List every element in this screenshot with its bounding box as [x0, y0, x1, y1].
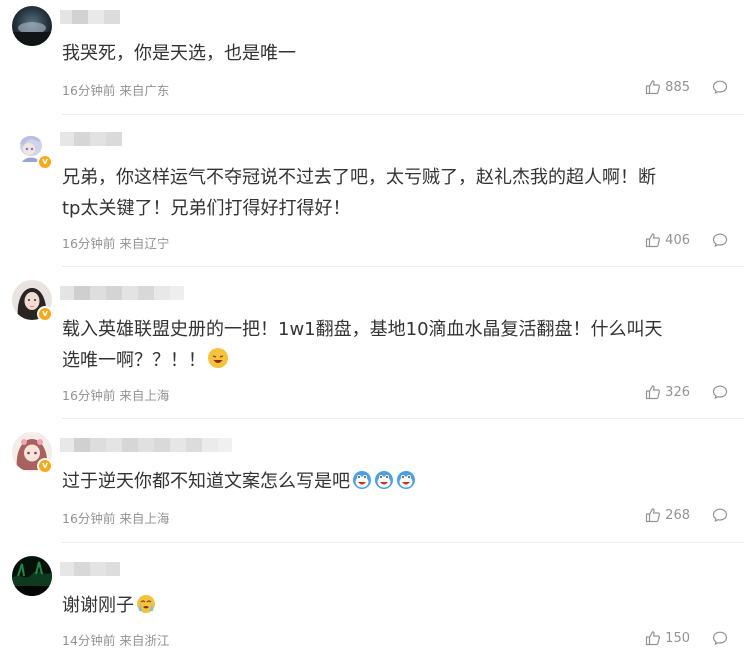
username-blurred[interactable] — [60, 562, 120, 578]
comment-item: v 载入英雄联盟史册的一把！1w1翻盘，基地10滴血水晶复活翻盘！什么叫天 选唯… — [0, 274, 744, 420]
like-count: 150 — [665, 630, 690, 646]
thumbs-up-icon — [646, 508, 661, 523]
comment-text: 过于逆天你都不知道文案怎么写是吧 — [62, 466, 728, 497]
comment-item: v 兄弟，你这样运气不夺冠说不过去了吧，太亏贼了，赵礼杰我的超人啊！断 tp太关… — [0, 122, 744, 268]
comment-time: 16分钟前 — [62, 511, 116, 526]
thumbs-up-icon — [646, 80, 661, 95]
doge-laugh-emoji-icon — [352, 469, 372, 489]
comment-location: 来自辽宁 — [119, 236, 170, 251]
avatar[interactable] — [12, 6, 52, 46]
reply-button[interactable] — [712, 232, 728, 248]
comment-location: 来自浙江 — [119, 633, 170, 648]
doge-laugh-emoji-icon — [374, 469, 394, 489]
comment-location: 来自上海 — [119, 511, 170, 526]
like-button[interactable]: 150 — [645, 630, 690, 646]
comment-bubble-icon — [712, 233, 728, 248]
like-count: 406 — [665, 232, 690, 248]
comment-bubble-icon — [712, 508, 728, 523]
comment-actions: 406 — [645, 232, 728, 248]
thumbs-up-icon — [646, 385, 661, 400]
avatar-image — [12, 556, 52, 596]
reply-button[interactable] — [712, 630, 728, 646]
comment-location: 来自上海 — [119, 388, 170, 403]
like-button[interactable]: 326 — [645, 384, 690, 400]
like-count: 885 — [665, 79, 690, 95]
comment-actions: 268 — [645, 507, 728, 523]
comment-text: 谢谢刚子 — [62, 590, 728, 621]
like-button[interactable]: 268 — [645, 507, 690, 523]
reply-button[interactable] — [712, 507, 728, 523]
comment-meta: 16分钟前 来自广东 — [62, 80, 169, 99]
comment-meta: 14分钟前 来自浙江 — [62, 630, 169, 649]
avatar[interactable] — [12, 556, 52, 596]
reply-button[interactable] — [712, 79, 728, 95]
comment-bubble-icon — [712, 80, 728, 95]
comment-location: 来自广东 — [119, 83, 170, 98]
comment-text-line-1: 载入英雄联盟史册的一把！1w1翻盘，基地10滴血水晶复活翻盘！什么叫天 — [62, 319, 663, 340]
verified-v-icon: v — [37, 306, 53, 322]
comment-text: 我哭死，你是天选，也是唯一 — [62, 43, 296, 64]
username-blurred[interactable] — [60, 286, 184, 302]
reply-button[interactable] — [712, 384, 728, 400]
comment-meta: 16分钟前 来自辽宁 — [62, 233, 169, 252]
comment-time: 16分钟前 — [62, 236, 116, 251]
comment-meta: 16分钟前 来自上海 — [62, 508, 169, 527]
comment-item: 我哭死，你是天选，也是唯一 16分钟前 来自广东 885 — [0, 0, 744, 116]
comment-time: 16分钟前 — [62, 83, 116, 98]
divider — [62, 542, 744, 543]
laughing-emoji-icon — [208, 348, 228, 368]
comment-text-line-1: 兄弟，你这样运气不夺冠说不过去了吧，太亏贼了，赵礼杰我的超人啊！断 — [62, 167, 656, 188]
comment-bubble-icon — [712, 385, 728, 400]
like-count: 268 — [665, 507, 690, 523]
comment-actions: 885 — [645, 79, 728, 95]
comment-actions: 150 — [645, 630, 728, 646]
comment-bubble-icon — [712, 631, 728, 646]
username-blurred[interactable] — [60, 132, 122, 148]
comment-text-line-2: 选唯一啊？？！！ — [62, 345, 728, 376]
avatar-image — [12, 6, 52, 46]
username-blurred[interactable] — [60, 438, 232, 454]
divider — [62, 266, 744, 267]
comment-actions: 326 — [645, 384, 728, 400]
comment-text-content: 谢谢刚子 — [62, 595, 134, 616]
like-count: 326 — [665, 384, 690, 400]
thumbs-up-icon — [646, 631, 661, 646]
crying-emoji-icon — [136, 593, 156, 613]
like-button[interactable]: 885 — [645, 79, 690, 95]
comment-text-line-2: tp太关键了！兄弟们打得好打得好！ — [62, 198, 351, 219]
comment-meta: 16分钟前 来自上海 — [62, 385, 169, 404]
verified-v-icon: v — [37, 458, 53, 474]
comment-time: 14分钟前 — [62, 633, 116, 648]
comment-text-content: 过于逆天你都不知道文案怎么写是吧 — [62, 471, 350, 492]
username-blurred[interactable] — [60, 10, 120, 26]
doge-laugh-emoji-icon — [396, 469, 416, 489]
thumbs-up-icon — [646, 233, 661, 248]
comment-item: v 过于逆天你都不知道文案怎么写是吧 16分钟前 来自上海 268 — [0, 426, 744, 544]
comment-item: 谢谢刚子 14分钟前 来自浙江 150 — [0, 550, 744, 664]
divider — [62, 114, 744, 115]
like-button[interactable]: 406 — [645, 232, 690, 248]
verified-v-icon: v — [37, 154, 53, 170]
divider — [62, 418, 744, 419]
comment-text-content: 选唯一啊？？！！ — [62, 350, 206, 371]
comment-time: 16分钟前 — [62, 388, 116, 403]
